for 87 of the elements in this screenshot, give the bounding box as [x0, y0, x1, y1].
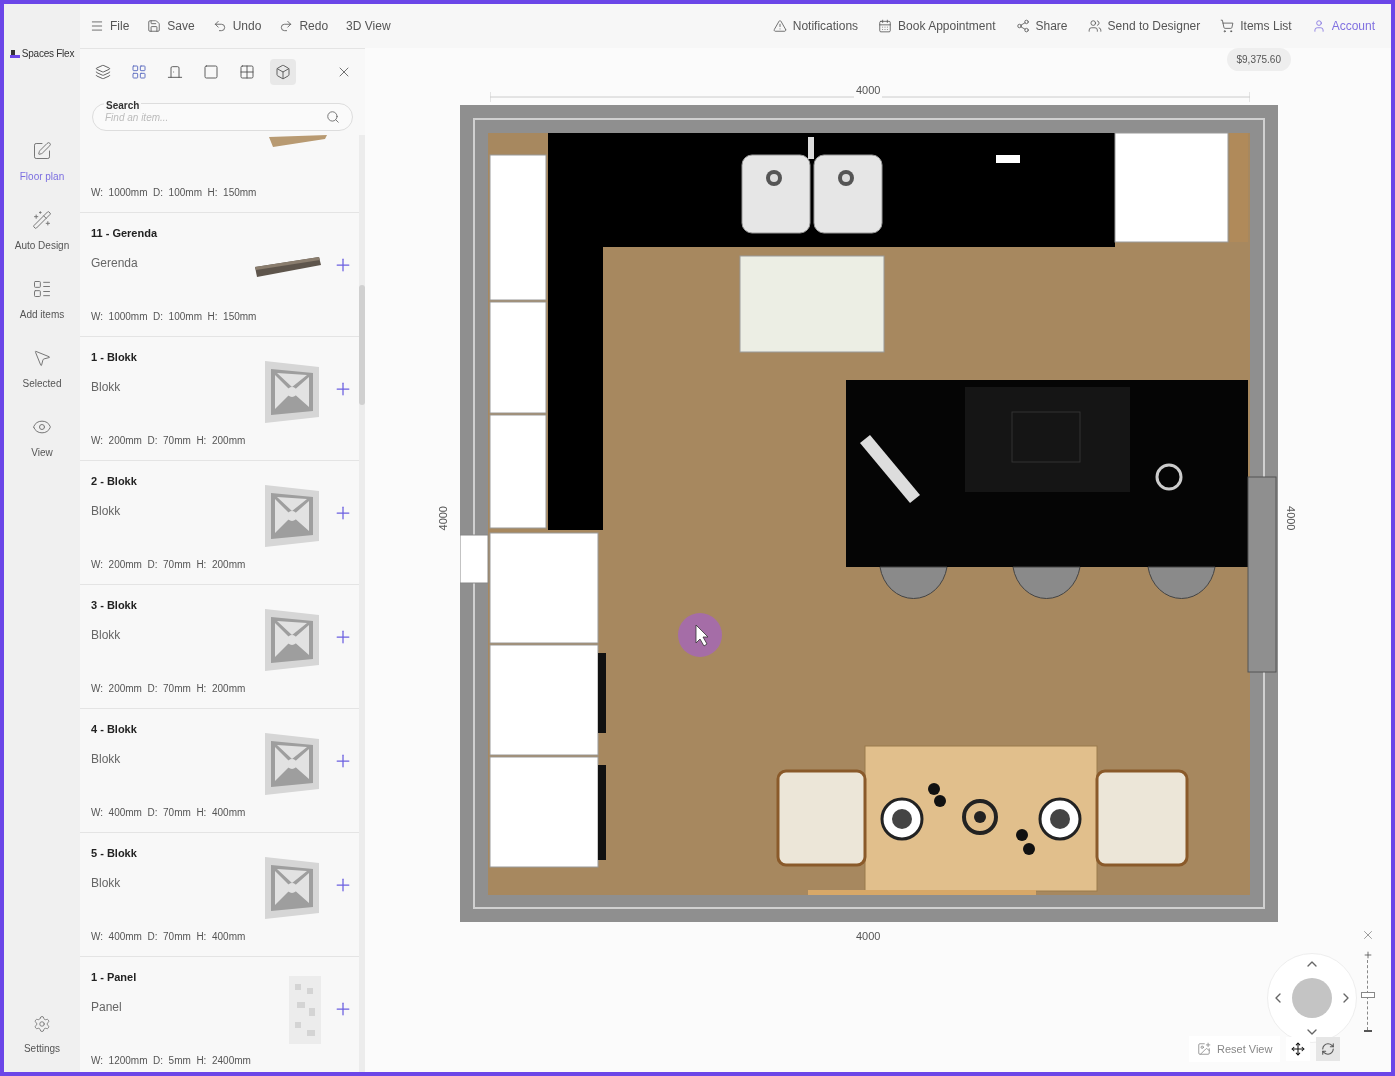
item-title: 11 - Gerenda [91, 226, 158, 241]
close-icon [1361, 928, 1375, 942]
warning-icon [772, 19, 787, 33]
item-card[interactable]: 5 - Blokk Blokk W: 400mm D: 70mm H: 400mm [80, 833, 359, 957]
item-title: 2 - Blokk [91, 474, 137, 489]
image-icon [1197, 1042, 1211, 1056]
view-mode-button[interactable] [1286, 1037, 1311, 1061]
item-dimensions: W: 400mm D: 70mm H: 400mm [91, 806, 246, 820]
toolbar-button[interactable]: Book Appointment [878, 17, 996, 35]
item-subtitle: Blokk [91, 626, 121, 644]
zoom-in-icon[interactable] [1363, 950, 1373, 960]
dimension-label: 4000 [436, 506, 450, 531]
item-subtitle: Blokk [91, 502, 121, 520]
rail-item[interactable]: Add items [19, 279, 65, 322]
dimension-label: 4000 [855, 929, 882, 944]
item-dimensions: W: 1200mm D: 5mm H: 2400mm [91, 1054, 251, 1068]
item-dimensions: W: 200mm D: 70mm H: 200mm [91, 434, 246, 448]
item-dimensions: W: 200mm D: 70mm H: 200mm [91, 558, 246, 572]
zoom-slider[interactable] [1361, 950, 1375, 1032]
price-badge: $9,375.60 [1226, 48, 1291, 71]
beam-thumbnail [267, 135, 329, 147]
settings-button[interactable]: Settings [23, 1015, 61, 1056]
toolbar-button[interactable]: Undo [212, 17, 262, 35]
panel-thumbnail [287, 974, 323, 1046]
save-icon [147, 19, 162, 33]
item-subtitle: Blokk [91, 750, 121, 768]
list-add-icon [32, 279, 52, 299]
toolbar-button[interactable]: Notifications [772, 17, 859, 35]
rotate-icon [1321, 1042, 1336, 1056]
redo-icon [279, 19, 294, 33]
item-card[interactable]: 1 - Blokk Blokk W: 200mm D: 70mm H: 200mm [80, 337, 359, 461]
brand-name: Spaces Flex [21, 47, 75, 61]
square-icon [203, 64, 219, 80]
item-card[interactable]: 1 - Panel Panel W: 1200mm D: 5mm H: 2400mm [80, 957, 359, 1072]
item-subtitle: Gerenda [91, 254, 138, 272]
item-title: 4 - Blokk [91, 722, 137, 737]
door-icon [167, 64, 183, 80]
rail-item[interactable]: Selected [22, 348, 62, 391]
wall-grid-icon [131, 64, 147, 80]
move-icon [1291, 1042, 1306, 1056]
toolbar-button[interactable]: Redo [279, 17, 329, 35]
dimension-label: 4000 [1284, 506, 1299, 531]
toolbar-button[interactable]: Share [1015, 17, 1068, 35]
menu-icon [90, 19, 104, 33]
toolbar-button[interactable]: Send to Designer [1087, 17, 1201, 35]
zoom-thumb[interactable] [1361, 992, 1375, 998]
item-dimensions: W: 400mm D: 70mm H: 400mm [91, 930, 246, 944]
toolbar-button[interactable]: Account [1311, 17, 1375, 35]
cart-icon [1220, 19, 1235, 33]
calendar-icon [878, 19, 893, 33]
item-card[interactable]: 3 - Blokk Blokk W: 200mm D: 70mm H: 200mm [80, 585, 359, 709]
item-title: 5 - Blokk [91, 846, 137, 861]
layers-icon [95, 64, 111, 80]
magic-wand-icon [32, 210, 52, 230]
rail-item[interactable]: View [31, 417, 53, 460]
item-dimensions: W: 1000mm D: 100mm H: 150mm [91, 186, 258, 200]
cube-icon [275, 64, 291, 80]
grid-icon [239, 64, 255, 80]
pointer-icon [32, 348, 52, 368]
item-card[interactable]: 4 - Blokk Blokk W: 400mm D: 70mm H: 400mm [80, 709, 359, 833]
user-icon [1311, 19, 1326, 33]
people-icon [1087, 19, 1102, 33]
rail-item[interactable]: Floor plan [19, 141, 65, 184]
item-card[interactable]: 2 - Blokk Blokk W: 200mm D: 70mm H: 200mm [80, 461, 359, 585]
logo-icon [9, 49, 20, 58]
toolbar-button[interactable]: Items List [1220, 17, 1292, 35]
toolbar-button[interactable]: 3D View [346, 17, 391, 35]
panel-tab[interactable] [270, 59, 296, 85]
item-dimensions: W: 1000mm D: 100mm H: 150mm [91, 310, 257, 324]
undo-icon [212, 19, 227, 33]
item-subtitle: Blokk [91, 874, 121, 892]
item-title: 1 - Blokk [91, 350, 137, 365]
share-icon [1015, 19, 1030, 33]
item-dimensions: W: 200mm D: 70mm H: 200mm [91, 682, 246, 696]
settings-icon [33, 1015, 51, 1033]
search-icon [326, 110, 340, 124]
item-title: 1 - Panel [91, 970, 137, 985]
close-button[interactable] [1361, 928, 1375, 942]
reset-view-button[interactable]: Reset View [1189, 1036, 1281, 1062]
pencil-frame-icon [32, 141, 52, 161]
toolbar-button[interactable]: Save [147, 17, 195, 35]
item-title: 3 - Blokk [91, 598, 137, 613]
toolbar-button[interactable]: File [90, 17, 130, 35]
view-mode-button[interactable] [1316, 1037, 1341, 1061]
item-subtitle: Panel [91, 998, 122, 1016]
rail-item[interactable]: Auto Design [14, 210, 70, 253]
item-subtitle: Blokk [91, 378, 121, 396]
